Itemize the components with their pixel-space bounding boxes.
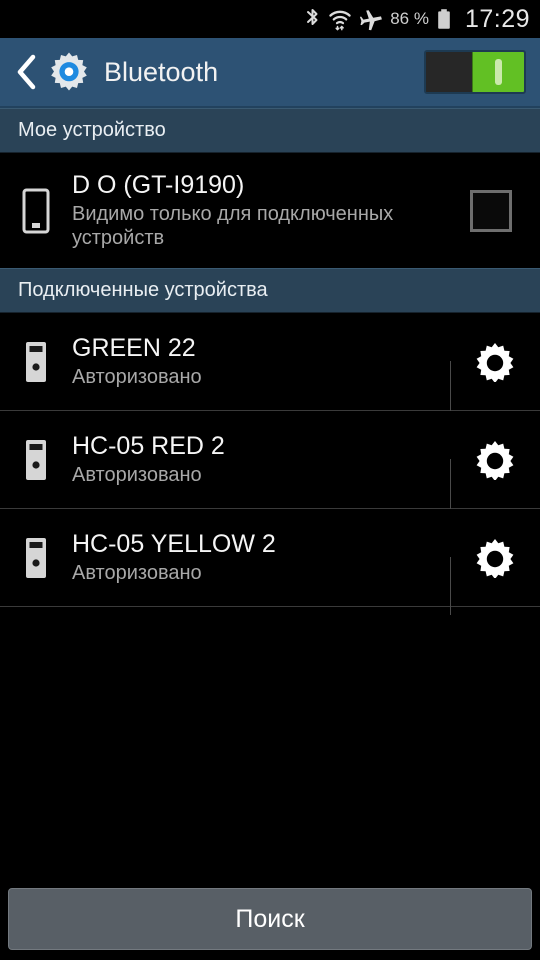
bluetooth-device-icon <box>0 340 72 384</box>
device-name: D O (GT-I9190) <box>72 170 245 199</box>
device-text-cell: GREEN 22 Авторизовано <box>72 334 450 389</box>
bottom-bar: Поиск <box>0 880 540 960</box>
device-name: HC-05 RED 2 <box>72 431 225 460</box>
bluetooth-icon <box>304 7 321 31</box>
divider <box>0 606 540 607</box>
toggle-track <box>426 52 472 92</box>
gear-icon <box>476 538 514 578</box>
bluetooth-device-icon <box>0 438 72 482</box>
device-status: Видимо только для подключенных устройств <box>72 202 394 249</box>
airplane-mode-icon <box>359 7 383 31</box>
device-text-cell: D O (GT-I9190) Видимо только для подключ… <box>72 171 470 251</box>
device-settings-button[interactable] <box>450 538 540 615</box>
device-status: Авторизовано <box>72 365 202 388</box>
bluetooth-device-icon <box>0 536 72 580</box>
table-row[interactable]: HC-05 RED 2 Авторизовано <box>0 411 540 517</box>
visibility-checkbox[interactable] <box>470 189 512 232</box>
phone-icon <box>0 188 72 234</box>
bluetooth-settings-screen: 86 % 17:29 Bluetooth Мое устройство D O … <box>0 0 540 960</box>
section-title: Подключенные устройства <box>18 279 268 301</box>
clock-label: 17:29 <box>464 4 530 33</box>
device-status: Авторизовано <box>72 561 202 584</box>
divider <box>450 458 451 517</box>
search-button[interactable]: Поиск <box>8 888 532 950</box>
gear-icon <box>476 342 514 382</box>
my-device-list: D O (GT-I9190) Видимо только для подключ… <box>0 153 540 268</box>
page-title: Bluetooth <box>104 56 219 87</box>
action-bar: Bluetooth <box>0 38 540 108</box>
divider <box>450 360 451 419</box>
device-text-cell: HC-05 YELLOW 2 Авторизовано <box>72 530 450 585</box>
device-settings-button[interactable] <box>450 342 540 419</box>
wifi-icon <box>328 7 352 31</box>
battery-icon <box>436 7 452 31</box>
device-name: HC-05 YELLOW 2 <box>72 529 276 558</box>
table-row[interactable]: HC-05 YELLOW 2 Авторизовано <box>0 509 540 615</box>
section-header-my-device: Мое устройство <box>0 108 540 153</box>
gear-icon <box>476 440 514 480</box>
list-item[interactable]: D O (GT-I9190) Видимо только для подключ… <box>0 153 540 268</box>
device-name: GREEN 22 <box>72 333 196 362</box>
device-status: Авторизовано <box>72 463 202 486</box>
section-title: Мое устройство <box>18 119 166 141</box>
paired-devices-list: GREEN 22 Авторизовано HC-05 RED 2 Автори… <box>0 313 540 615</box>
device-text-cell: HC-05 RED 2 Авторизовано <box>72 432 450 487</box>
table-row[interactable]: GREEN 22 Авторизовано <box>0 313 540 419</box>
settings-gear-icon <box>48 51 90 93</box>
toggle-thumb <box>472 52 524 92</box>
battery-percent-label: 86 % <box>390 9 429 28</box>
toggle-indicator-bar <box>495 59 502 85</box>
section-header-paired-devices: Подключенные устройства <box>0 268 540 313</box>
divider <box>450 556 451 615</box>
status-bar: 86 % 17:29 <box>0 0 540 38</box>
back-chevron-icon[interactable] <box>12 49 42 95</box>
bluetooth-toggle[interactable] <box>424 50 526 94</box>
device-settings-button[interactable] <box>450 440 540 517</box>
